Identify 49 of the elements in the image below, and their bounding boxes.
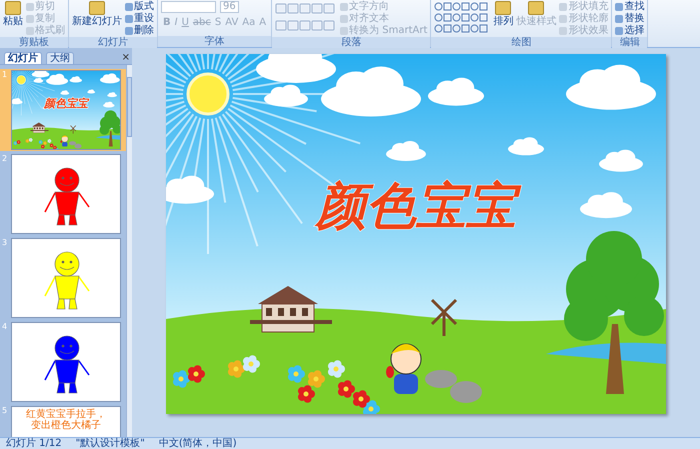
scrollbar-thumb[interactable] [127, 77, 132, 137]
slide-thumbnail[interactable]: 颜色宝宝 [11, 70, 121, 150]
selected-slide-highlight[interactable]: 1 颜色宝宝 [0, 69, 126, 151]
ribbon-group-label: 绘图 [431, 37, 612, 48]
ribbon-group-label: 幻灯片 [69, 37, 157, 48]
ribbon-large-button[interactable]: 粘贴 [3, 1, 23, 37]
cloud-drawing [166, 176, 214, 204]
ribbon-button[interactable]: 查找 [615, 1, 644, 13]
cloud-drawing [386, 141, 426, 161]
windmill-drawing [430, 298, 458, 336]
status-text: 幻灯片 1/12 [6, 438, 62, 449]
ribbon-group-label: 段落 [272, 37, 430, 48]
slide-thumbnail[interactable] [11, 154, 121, 234]
ribbon-button[interactable]: 重设 [125, 13, 154, 25]
cloud-drawing [264, 84, 308, 107]
ribbon-button[interactable]: 替换 [615, 13, 644, 25]
cloud-drawing [508, 137, 544, 156]
slide-title: 颜色宝宝 [42, 97, 90, 110]
status-text: 中文(简体，中国) [158, 438, 237, 449]
slide-number: 1 [2, 70, 8, 81]
slide-number: 2 [2, 154, 8, 165]
cloud-drawing [428, 78, 484, 106]
cartoon-child-drawing [386, 344, 422, 394]
slide-thumbnail[interactable]: 红黄宝宝手拉手， 变出橙色大橘子 [11, 406, 121, 437]
close-button[interactable]: × [120, 52, 132, 64]
ribbon-group-label: 剪贴板 [0, 37, 68, 48]
slide-thumbnail[interactable] [11, 322, 121, 402]
ribbon-group-label: 编辑 [612, 37, 648, 48]
ribbon-large-button[interactable]: 排列 [493, 1, 514, 37]
font-name-field[interactable] [161, 1, 216, 13]
ribbon-group-label: 字体 [158, 36, 272, 47]
status-text: "默认设计模板" [76, 438, 145, 449]
shapes-gallery-drawing [434, 1, 490, 35]
cloud-drawing [599, 150, 643, 172]
slide-title: 颜色宝宝 [306, 177, 526, 235]
panel-tab[interactable]: 大纲 [46, 52, 74, 64]
slide-number: 5 [2, 406, 8, 417]
ribbon-button[interactable]: 版式 [125, 1, 154, 13]
slide-number: 3 [2, 238, 8, 249]
ribbon-large-button[interactable]: 新建幻灯片 [72, 1, 122, 37]
ribbon-button[interactable]: 删除 [125, 25, 154, 37]
cloud-drawing [580, 192, 632, 218]
slide-number: 4 [2, 322, 8, 333]
panel-tab[interactable]: 幻灯片 [4, 52, 42, 64]
slide-text-line: 红黄宝宝手拉手， [25, 409, 107, 420]
slide-text-line: 变出橙色大橘子 [30, 420, 102, 431]
rocks-drawing [425, 370, 482, 403]
ribbon-button[interactable]: 选择 [615, 25, 644, 37]
slide-thumbnail[interactable] [11, 238, 121, 318]
